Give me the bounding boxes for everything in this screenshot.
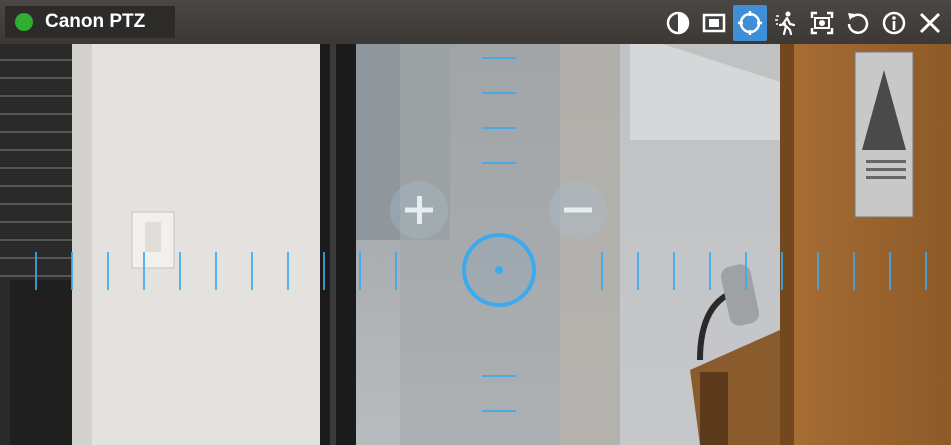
refresh-button[interactable] xyxy=(841,5,875,41)
camera-title: Canon PTZ xyxy=(5,6,175,38)
close-button[interactable] xyxy=(913,5,947,41)
plus-icon xyxy=(405,196,433,224)
camera-header-bar: Canon PTZ xyxy=(0,0,951,44)
contrast-icon xyxy=(666,11,690,35)
contrast-button[interactable] xyxy=(661,5,695,41)
camera-name: Canon PTZ xyxy=(45,11,146,32)
snapshot-icon xyxy=(810,11,834,35)
snapshot-button[interactable] xyxy=(805,5,839,41)
close-icon xyxy=(919,12,941,34)
camera-feed xyxy=(0,40,951,445)
motion-detection-button[interactable] xyxy=(769,5,803,41)
zoom-out-button[interactable] xyxy=(549,181,607,239)
zoom-in-button[interactable] xyxy=(390,181,448,239)
joystick-center-dot xyxy=(495,266,503,274)
ptz-control-icon xyxy=(738,11,762,35)
ptz-control-button[interactable] xyxy=(733,5,767,41)
frame-icon xyxy=(702,13,726,33)
camera-toolbar xyxy=(661,4,947,42)
refresh-icon xyxy=(847,13,869,34)
frame-button[interactable] xyxy=(697,5,731,41)
info-icon xyxy=(882,11,906,35)
motion-detection-icon xyxy=(775,11,796,36)
minus-icon xyxy=(564,207,592,213)
camera-viewer: Canon PTZ xyxy=(0,0,951,445)
info-button[interactable] xyxy=(877,5,911,41)
pan-tilt-joystick[interactable] xyxy=(462,233,536,307)
status-indicator xyxy=(15,13,33,31)
